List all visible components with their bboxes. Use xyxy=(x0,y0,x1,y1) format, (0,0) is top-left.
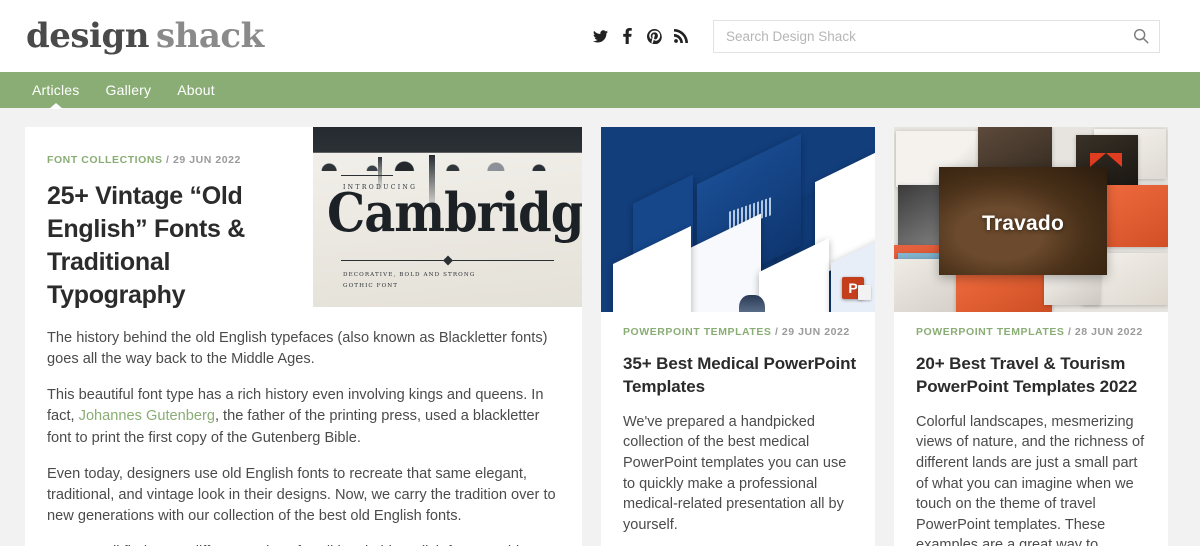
nav-item-articles[interactable]: Articles xyxy=(32,72,80,108)
featured-category[interactable]: FONT COLLECTIONS xyxy=(47,154,163,166)
rss-icon[interactable] xyxy=(673,28,689,44)
facebook-icon[interactable] xyxy=(619,28,635,44)
article-card-medical[interactable]: P POWERPOINT TEMPLATES / 29 JUN 2022 35+… xyxy=(601,127,875,546)
mockup-tile xyxy=(956,273,1052,312)
search-box[interactable] xyxy=(713,19,1160,53)
poster-subtitle: DECORATIVE, BOLD AND STRONG GOTHIC FONT xyxy=(343,270,475,291)
search-icon[interactable] xyxy=(1133,28,1149,44)
logo-word-design: design xyxy=(26,16,149,56)
nav-items: Articles Gallery About xyxy=(32,72,215,108)
medical-powerpoint-mockup: P xyxy=(601,127,875,312)
header-right-group xyxy=(592,0,1200,72)
medical-meta: POWERPOINT TEMPLATES / 29 JUN 2022 xyxy=(601,312,875,338)
featured-article-card[interactable]: FONT COLLECTIONS / 29 JUN 2022 25+ Vinta… xyxy=(25,127,582,546)
medical-excerpt: We've prepared a handpicked collection o… xyxy=(623,413,847,533)
pinterest-icon[interactable] xyxy=(646,28,662,44)
featured-date: 29 JUN 2022 xyxy=(172,154,241,166)
cambridge-font-poster: INTRODUCING Cambridge DECORATIVE, BOLD A… xyxy=(313,127,582,307)
travel-article-image[interactable]: Travado xyxy=(894,127,1168,312)
article-card-travel[interactable]: Travado POWERPOINT TEMPLATES / 28 JUN 20… xyxy=(894,127,1168,546)
medical-category[interactable]: POWERPOINT TEMPLATES xyxy=(623,326,771,338)
site-logo[interactable]: design shack xyxy=(26,19,264,53)
travel-excerpt-wrap: Colorful landscapes, mesmerizing views o… xyxy=(894,412,1168,546)
twitter-icon[interactable] xyxy=(592,28,608,44)
featured-headline-block: FONT COLLECTIONS / 29 JUN 2022 25+ Vinta… xyxy=(25,127,313,312)
poster-divider-rule xyxy=(341,260,554,261)
featured-meta: FONT COLLECTIONS / 29 JUN 2022 xyxy=(47,154,289,166)
mockup-person xyxy=(739,295,765,312)
powerpoint-badge-icon: P xyxy=(842,277,871,300)
featured-paragraph-1: The history behind the old English typef… xyxy=(47,330,548,368)
travado-wordmark: Travado xyxy=(982,212,1064,235)
mockup-tile xyxy=(1102,185,1168,247)
featured-paragraph-2: This beautiful font type has a rich hist… xyxy=(47,385,560,448)
travel-category[interactable]: POWERPOINT TEMPLATES xyxy=(916,326,1064,338)
travel-meta: POWERPOINT TEMPLATES / 28 JUN 2022 xyxy=(894,312,1168,338)
medical-date: 29 JUN 2022 xyxy=(781,326,850,338)
travel-hero-slide: Travado xyxy=(939,167,1107,275)
logo-word-shack: shack xyxy=(155,16,264,56)
nav-item-about[interactable]: About xyxy=(177,72,215,108)
article-grid: FONT COLLECTIONS / 29 JUN 2022 25+ Vinta… xyxy=(0,108,1200,546)
social-links xyxy=(592,28,689,44)
travel-powerpoint-mockup: Travado xyxy=(894,127,1168,312)
featured-title[interactable]: 25+ Vintage “Old English” Fonts & Tradit… xyxy=(47,180,289,312)
poster-subtitle-line-1: DECORATIVE, BOLD AND STRONG xyxy=(343,272,476,278)
featured-body: The history behind the old English typef… xyxy=(25,312,582,546)
mockup-ribbon-decoration xyxy=(1090,153,1122,167)
poster-ink-drip-decoration xyxy=(313,127,582,171)
medical-excerpt-wrap: We've prepared a handpicked collection o… xyxy=(601,412,875,535)
medical-title[interactable]: 35+ Best Medical PowerPoint Templates xyxy=(601,352,875,399)
featured-paragraph-3: Even today, designers use old English fo… xyxy=(47,465,556,525)
featured-top-layout: FONT COLLECTIONS / 29 JUN 2022 25+ Vinta… xyxy=(25,127,582,312)
search-input[interactable] xyxy=(726,28,1133,44)
poster-subtitle-line-2: GOTHIC FONT xyxy=(343,282,399,289)
featured-article-image[interactable]: INTRODUCING Cambridge DECORATIVE, BOLD A… xyxy=(313,127,582,307)
poster-display-word: Cambridge xyxy=(327,181,582,245)
featured-paragraph-4: Here, you'll find many different styles … xyxy=(47,542,560,546)
site-header: design shack xyxy=(0,0,1200,72)
main-navigation: Articles Gallery About xyxy=(0,72,1200,108)
gutenberg-link[interactable]: Johannes Gutenberg xyxy=(79,408,215,424)
medical-article-image[interactable]: P xyxy=(601,127,875,312)
nav-item-gallery[interactable]: Gallery xyxy=(106,72,152,108)
travel-title[interactable]: 20+ Best Travel & Tourism PowerPoint Tem… xyxy=(894,352,1168,399)
travel-date: 28 JUN 2022 xyxy=(1074,326,1143,338)
travel-excerpt: Colorful landscapes, mesmerizing views o… xyxy=(916,413,1145,546)
